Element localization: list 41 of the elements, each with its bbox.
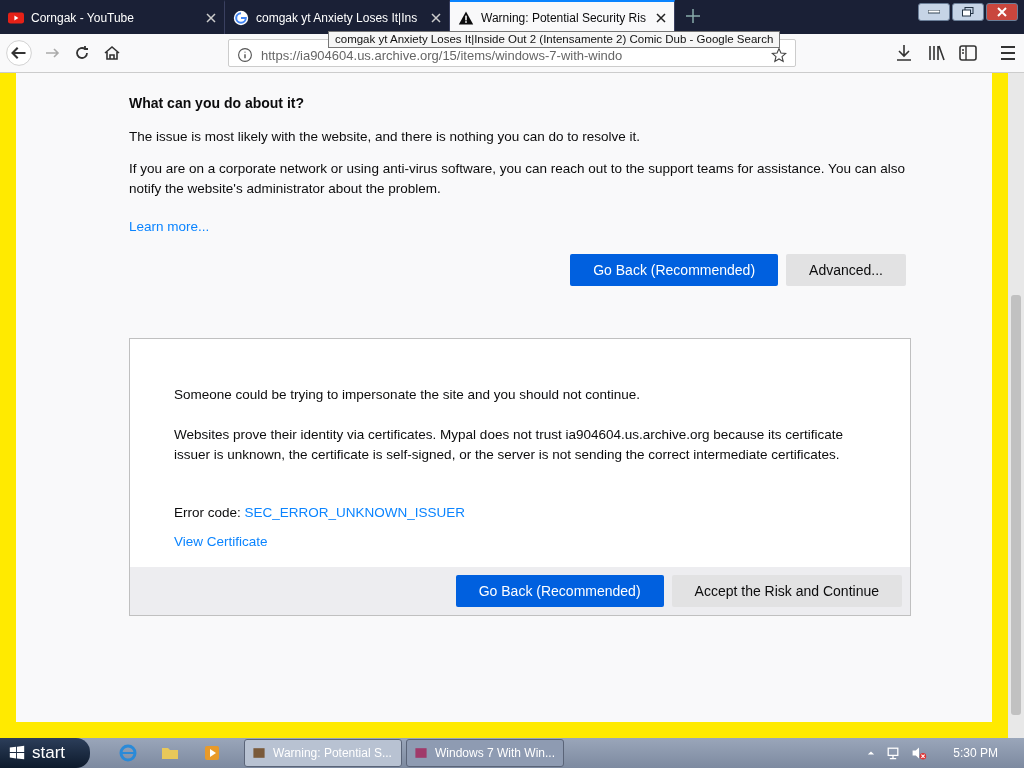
minimize-button[interactable] (918, 3, 950, 21)
download-icon[interactable] (894, 43, 914, 63)
paragraph: If you are on a corporate network or using anti-virus software, you can reach out to the support teams for assistance. You can also notify the website's administrator about the problem. (129, 160, 906, 198)
go-back-button[interactable]: Go Back (Recommended) (455, 575, 664, 607)
close-button[interactable] (986, 3, 1018, 21)
menu-icon[interactable] (998, 43, 1018, 63)
star-icon[interactable] (771, 47, 787, 63)
restore-icon (962, 7, 974, 17)
go-back-button[interactable]: Go Back (Recommended) (570, 254, 779, 286)
scrollbar[interactable] (1008, 73, 1024, 738)
error-code-label: Error code: (174, 505, 242, 520)
browser-tab[interactable]: Warning: Potential Security Ris (450, 0, 675, 34)
clock[interactable]: 5:30 PM (953, 746, 998, 760)
app-icon (251, 745, 267, 761)
close-icon (997, 7, 1007, 17)
learn-more-link[interactable]: Learn more... (129, 219, 210, 234)
advanced-button[interactable]: Advanced... (786, 254, 906, 286)
sidebar-icon[interactable] (958, 43, 978, 63)
paragraph: The issue is most likely with the website, and there is nothing you can do to resolve it. (129, 128, 641, 146)
close-icon[interactable] (656, 13, 666, 23)
media-player-icon[interactable] (202, 743, 222, 763)
minimize-icon (928, 10, 940, 14)
paragraph: Websites prove their identity via certificates. Mypal does not trust ia904604.us.archive.org because its certificate issuer is unknown, the certificate is self-signed, or the server is not sending the correct intermediate certificates. (174, 426, 845, 464)
restore-button[interactable] (952, 3, 984, 21)
video-play-icon (8, 12, 24, 24)
info-icon[interactable] (237, 47, 253, 63)
windows-logo-icon (8, 744, 26, 762)
tab-tooltip: comgak yt Anxiety Loses It|Inside Out 2 (Intensamente 2) Comic Dub - Google Search (328, 31, 781, 48)
library-icon[interactable] (926, 43, 946, 63)
app-icon (413, 745, 429, 761)
view-certificate-link[interactable]: View Certificate (174, 534, 268, 549)
start-button[interactable]: start (0, 738, 90, 768)
error-code-link[interactable]: SEC_ERROR_UNKNOWN_ISSUER (244, 505, 466, 520)
accept-risk-button[interactable]: Accept the Risk and Continue (671, 575, 902, 607)
section-heading: What can you do about it? (129, 95, 305, 111)
muted-speaker-icon[interactable] (911, 745, 928, 761)
paragraph: Someone could be trying to impersonate the site and you should not continue. (174, 386, 642, 404)
g-logo-icon (233, 10, 249, 26)
warning-icon (458, 10, 474, 26)
up-arrow-icon[interactable] (867, 749, 876, 757)
home-icon[interactable] (102, 43, 122, 63)
